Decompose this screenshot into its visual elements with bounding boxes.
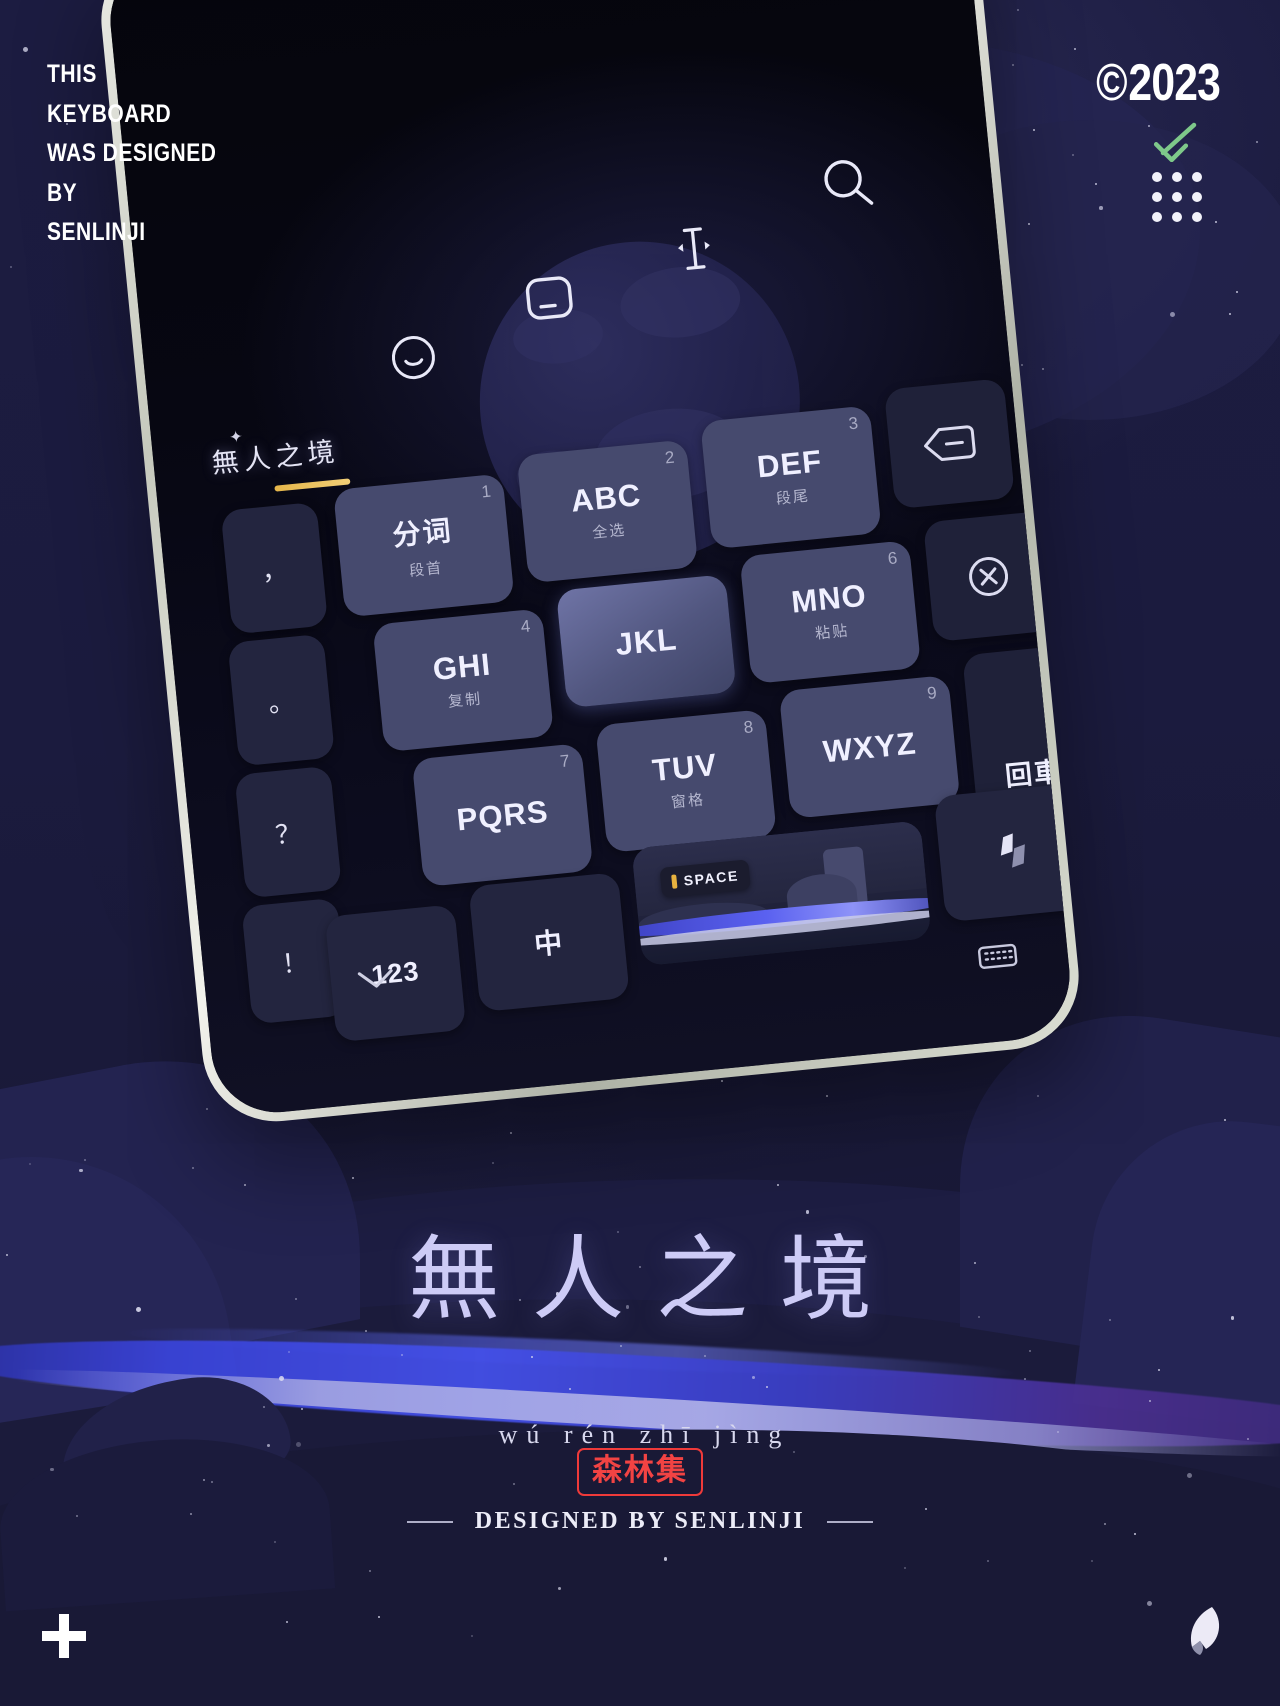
clipboard-icon[interactable] (522, 273, 576, 324)
copyright-block: © 2023 (1096, 53, 1221, 113)
key-label: TUV (650, 746, 719, 788)
key-sublabel: 段尾 (775, 487, 811, 508)
poster-canvas: ✦ 無人之境 ， 。 ？ ！ 1 分词 段首 2 ABC 全选 3 DEF 段尾… (0, 0, 1280, 1706)
key-def[interactable]: 3 DEF 段尾 (700, 405, 882, 550)
footer-text: DESIGNED BY SENLINJI (474, 1508, 806, 1534)
credit-line: SENLINJI (47, 218, 146, 246)
key-label: ， (260, 553, 289, 586)
chevron-down-icon[interactable] (356, 962, 397, 1000)
key-mno[interactable]: 6 MNO 粘贴 (739, 540, 922, 685)
emoji-icon[interactable] (387, 331, 439, 383)
key-fenci[interactable]: 1 分词 段首 (332, 473, 515, 618)
key-wxyz[interactable]: 9 WXYZ (778, 674, 961, 819)
space-badge-bar (671, 874, 678, 889)
key-number: 8 (742, 717, 755, 738)
credit-line: KEYBOARD (47, 99, 172, 128)
app-grid-icon[interactable] (1152, 172, 1202, 222)
key-number: 9 (926, 683, 938, 703)
credit-line: WAS DESIGNED (47, 139, 217, 167)
keyboard: ， 。 ？ ！ 1 分词 段首 2 ABC 全选 3 DEF 段尾 4 GHI … (174, 378, 1076, 1066)
key-label: ？ (273, 817, 303, 850)
key-label: WXYZ (821, 724, 918, 769)
key-label: PQRS (455, 793, 550, 837)
key-clear[interactable] (922, 510, 1055, 643)
key-symbol[interactable] (933, 783, 1076, 923)
shape-icon (1000, 833, 1025, 868)
backspace-icon (924, 425, 976, 461)
key-number: 1 (480, 481, 492, 502)
key-backspace[interactable] (883, 378, 1015, 510)
feather-icon (1182, 1603, 1228, 1664)
arrow-down-left-icon (1152, 120, 1200, 167)
key-label: JKL (613, 620, 679, 662)
key-label: ABC (569, 476, 643, 519)
key-tuv[interactable]: 8 TUV 窗格 (595, 708, 777, 853)
key-period[interactable]: 。 (227, 633, 336, 767)
key-label: ！ (280, 946, 310, 979)
key-number: 7 (559, 751, 571, 772)
plus-icon[interactable] (42, 1614, 86, 1658)
key-label: DEF (755, 442, 824, 484)
space-label: SPACE (683, 867, 740, 889)
clear-circle-icon (969, 556, 1009, 596)
hide-keyboard-icon[interactable] (977, 942, 1020, 977)
text-cursor-icon[interactable] (671, 222, 718, 276)
credit-line: BY (47, 178, 78, 207)
key-sublabel: 全选 (591, 521, 628, 542)
key-label: GHI (431, 646, 493, 687)
copyright-year: 2023 (1128, 54, 1220, 112)
page-title: 無人之境 (407, 1229, 904, 1331)
key-language[interactable]: 中 (468, 872, 630, 1013)
key-number: 2 (664, 447, 676, 468)
key-jkl[interactable]: JKL (555, 574, 737, 709)
candidate-indicator (274, 478, 351, 492)
key-number: 6 (886, 548, 899, 569)
key-label: 中 (532, 926, 566, 961)
phone-mockup: ✦ 無人之境 ， 。 ？ ！ 1 分词 段首 2 ABC 全选 3 DEF 段尾… (94, 0, 1086, 1129)
key-comma[interactable]: ， (220, 501, 329, 635)
key-question[interactable]: ？ (234, 765, 342, 899)
key-123[interactable]: 123 (324, 904, 467, 1043)
key-sublabel: 复制 (447, 690, 483, 711)
footer-rule (406, 1520, 453, 1523)
key-pqrs[interactable]: 7 PQRS (411, 743, 594, 888)
key-sublabel: 粘贴 (814, 621, 850, 643)
copyright-symbol: © (1096, 54, 1127, 112)
key-label: MNO (789, 577, 869, 620)
phone-screen: ✦ 無人之境 ， 。 ？ ！ 1 分词 段首 2 ABC 全选 3 DEF 段尾… (104, 0, 1076, 1119)
credit-block: THIS KEYBOARD WAS DESIGNED BY SENLINJI (47, 55, 216, 253)
key-sublabel: 段首 (408, 559, 444, 580)
key-number: 4 (519, 616, 532, 637)
key-sublabel: 窗格 (670, 790, 706, 811)
credit-line: THIS (47, 60, 97, 88)
footer-rule (827, 1520, 874, 1523)
brand-seal-text: 森林集 (592, 1454, 688, 1487)
footer: DESIGNED BY SENLINJI (0, 1508, 1280, 1535)
key-abc[interactable]: 2 ABC 全选 (516, 439, 699, 584)
key-number: 3 (847, 413, 859, 434)
key-ghi[interactable]: 4 GHI 复制 (372, 608, 555, 753)
search-icon[interactable] (817, 153, 878, 214)
key-label: 分词 (391, 514, 454, 552)
page-subtitle: wú rén zhī jìng (498, 1420, 791, 1449)
brand-seal: 森林集 (577, 1448, 703, 1496)
key-label: 。 (266, 685, 296, 718)
